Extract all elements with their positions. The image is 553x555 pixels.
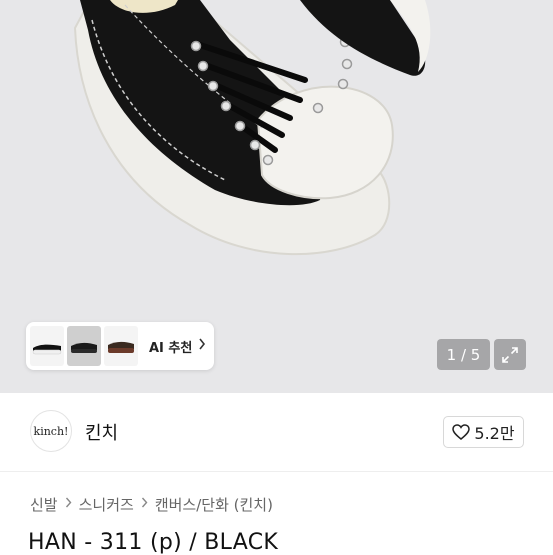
thumbnail-shoe-icon bbox=[32, 344, 62, 355]
expand-button[interactable] bbox=[494, 339, 526, 370]
thumbnail-1[interactable] bbox=[30, 326, 64, 366]
ai-recommend-strip[interactable]: AI 추천 bbox=[26, 322, 214, 370]
chevron-right-icon bbox=[198, 338, 206, 354]
expand-icon bbox=[502, 346, 518, 363]
breadcrumb-item-canvas[interactable]: 캔버스/단화 (킨치) bbox=[155, 494, 273, 515]
thumbnail-shoe-icon bbox=[71, 342, 97, 353]
breadcrumb-item-shoes[interactable]: 신발 bbox=[30, 494, 58, 515]
breadcrumb-item-sneakers[interactable]: 스니커즈 bbox=[79, 494, 134, 515]
ai-recommend-label: AI 추천 bbox=[149, 340, 193, 356]
product-image-gallery[interactable]: AI 추천 1 / 5 bbox=[0, 0, 553, 393]
like-button[interactable]: 5.2만 bbox=[443, 416, 524, 448]
brand-logo[interactable]: kinch! bbox=[30, 410, 72, 452]
thumbnail-3[interactable] bbox=[104, 326, 138, 366]
image-counter: 1 / 5 bbox=[437, 339, 490, 370]
product-title: HAN - 311 (p) / BLACK bbox=[28, 530, 279, 555]
thumbnail-shoe-icon bbox=[108, 341, 134, 353]
chevron-right-icon bbox=[141, 497, 148, 512]
chevron-right-icon bbox=[65, 497, 72, 512]
thumbnail-2[interactable] bbox=[67, 326, 101, 366]
like-count: 5.2만 bbox=[474, 424, 515, 443]
breadcrumb: 신발 스니커즈 캔버스/단화 (킨치) bbox=[30, 494, 273, 515]
heart-icon bbox=[452, 424, 471, 440]
brand-name[interactable]: 킨치 bbox=[85, 419, 118, 445]
